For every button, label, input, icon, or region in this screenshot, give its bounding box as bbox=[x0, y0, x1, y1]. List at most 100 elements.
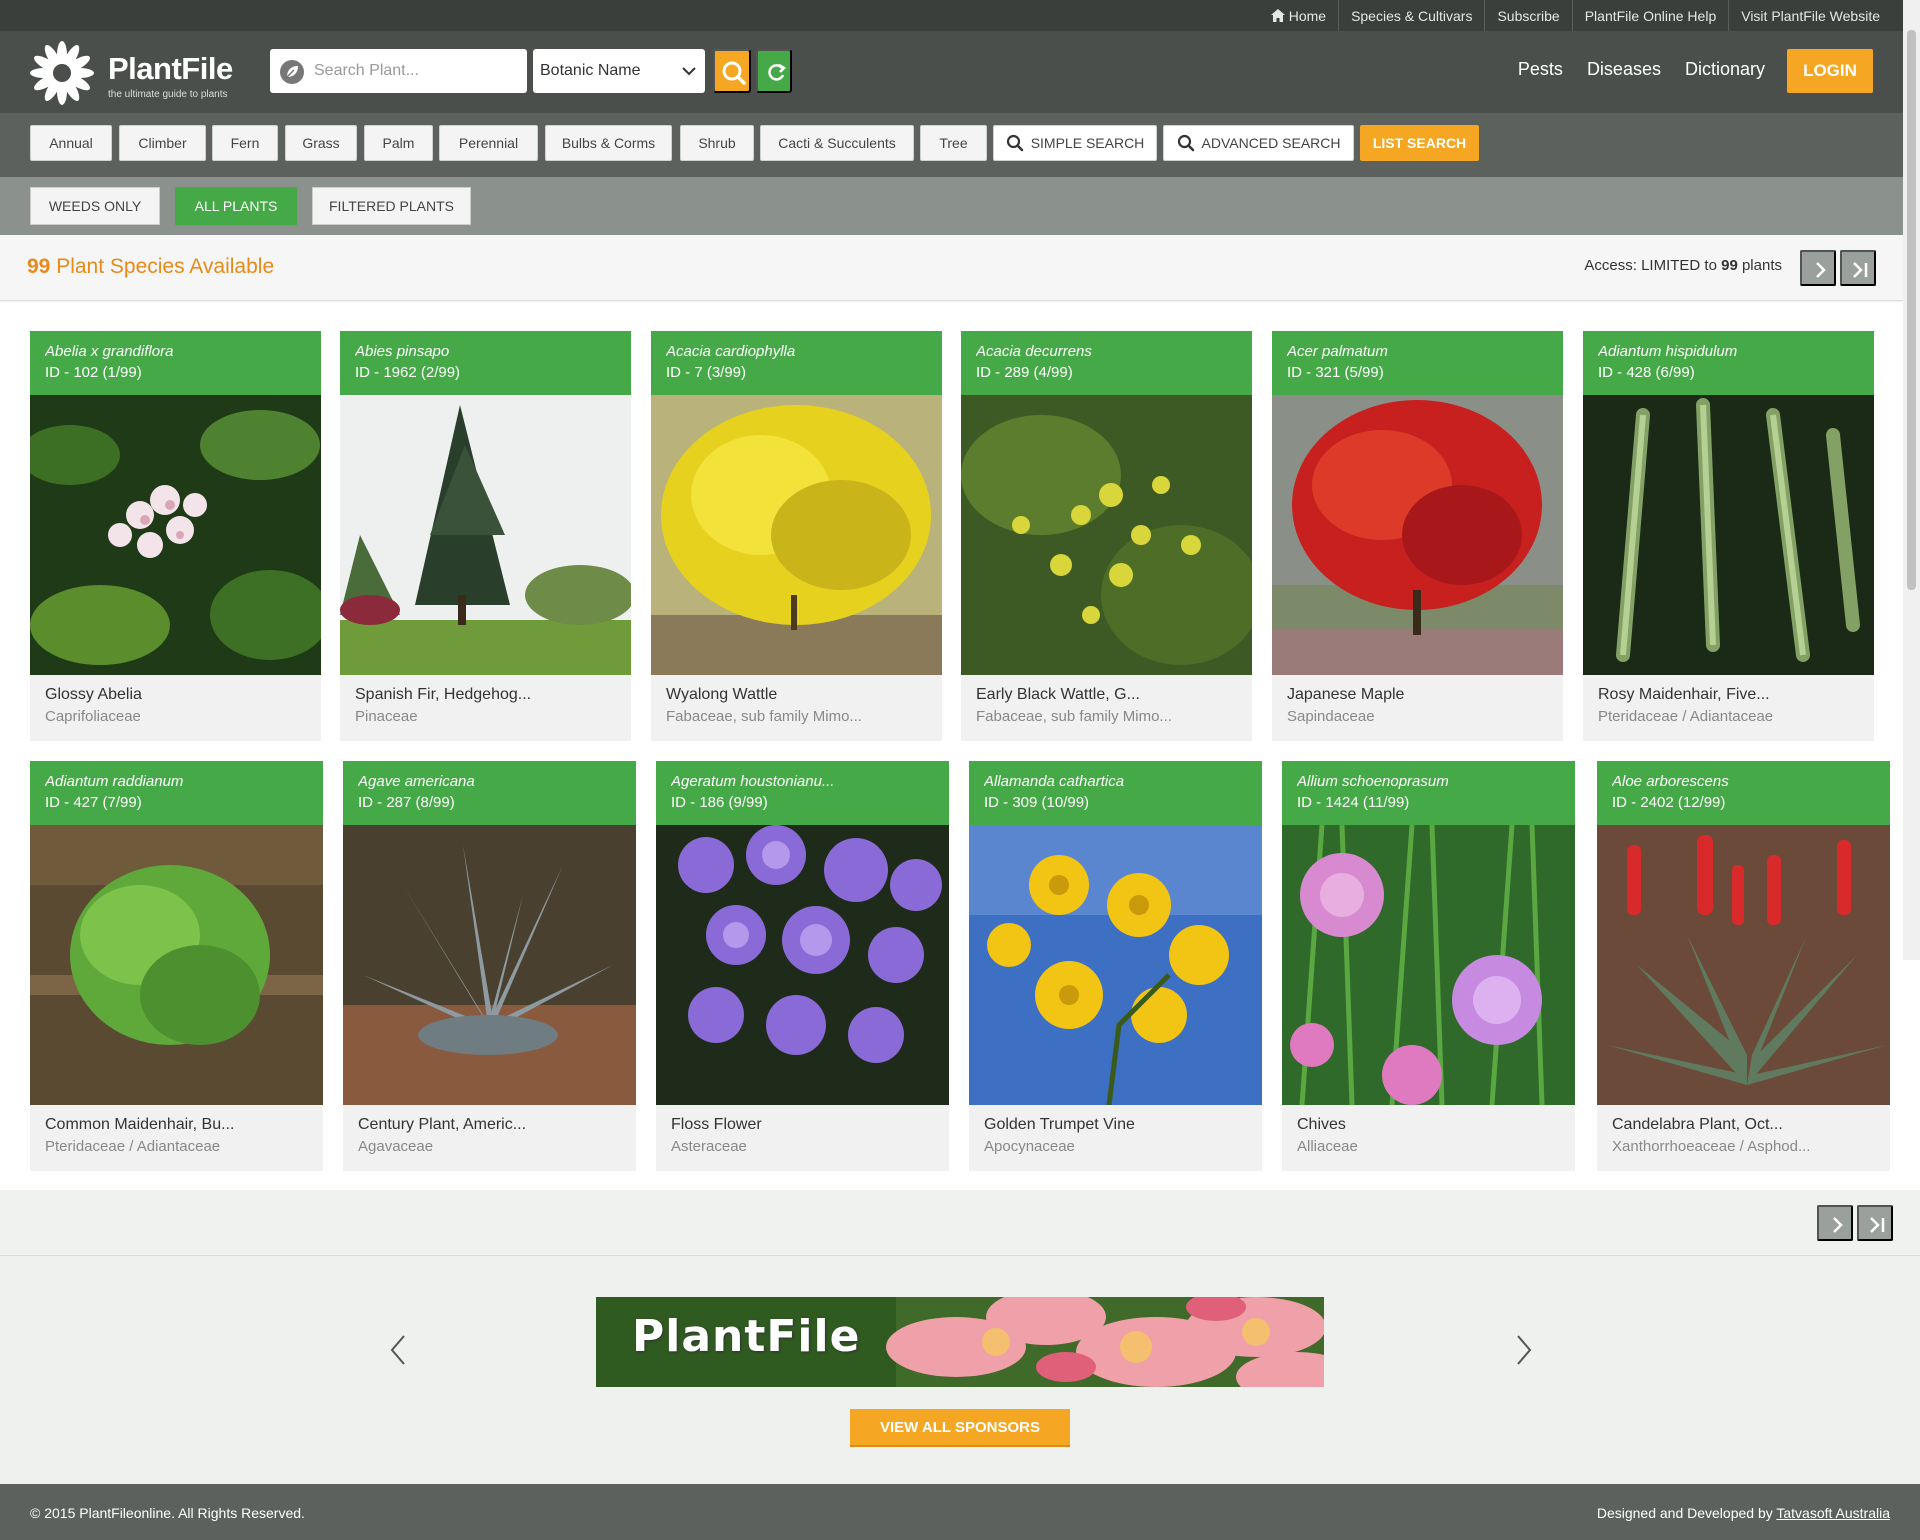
plant-botanic-name: Adiantum raddianum bbox=[45, 773, 184, 790]
category-cacti-succulents[interactable]: Cacti & Succulents bbox=[760, 125, 914, 161]
view-all-sponsors-button[interactable]: VIEW ALL SPONSORS bbox=[850, 1409, 1070, 1445]
plant-card[interactable]: Agave americana ID - 287 (8/99) Century … bbox=[343, 761, 636, 1171]
scroll-thumb[interactable] bbox=[1907, 30, 1916, 590]
list-search-button[interactable]: LIST SEARCH bbox=[1360, 125, 1479, 161]
plant-card[interactable]: Acacia cardiophylla ID - 7 (3/99) Wyalon… bbox=[651, 331, 942, 741]
nav-diseases[interactable]: Diseases bbox=[1587, 59, 1661, 80]
sponsors-section: PlantFile VIEW ALL SPONSORS bbox=[0, 1256, 1920, 1484]
tatvasoft-link[interactable]: Tatvasoft Australia bbox=[1776, 1505, 1890, 1521]
filtered-plants-button[interactable]: FILTERED PLANTS bbox=[312, 187, 471, 225]
plant-card-header: Acer palmatum ID - 321 (5/99) bbox=[1272, 331, 1563, 395]
advanced-search-button[interactable]: ADVANCED SEARCH bbox=[1163, 125, 1354, 161]
plant-family: Pteridaceae / Adiantaceae bbox=[45, 1138, 221, 1155]
plant-botanic-name: Abies pinsapo bbox=[355, 343, 450, 360]
copyright-text: © 2015 PlantFileonline. All Rights Reser… bbox=[30, 1505, 305, 1521]
search-type-select[interactable]: Botanic Name bbox=[533, 49, 705, 93]
next-arrow-icon[interactable] bbox=[1514, 1332, 1534, 1368]
plant-card[interactable]: Abies pinsapo ID - 1962 (2/99) Spanish F… bbox=[340, 331, 631, 741]
plant-card[interactable]: Aloe arborescens ID - 2402 (12/99) Cande… bbox=[1597, 761, 1890, 1171]
main-nav: Pests Diseases Dictionary bbox=[1518, 59, 1765, 80]
category-tree[interactable]: Tree bbox=[920, 125, 987, 161]
plant-family: Caprifoliaceae bbox=[45, 708, 141, 725]
search-icon bbox=[1177, 134, 1194, 152]
plant-photo[interactable] bbox=[1272, 395, 1563, 675]
plant-photo[interactable] bbox=[1282, 825, 1575, 1105]
plant-card-header: Abies pinsapo ID - 1962 (2/99) bbox=[340, 331, 631, 395]
simple-search-button[interactable]: SIMPLE SEARCH bbox=[993, 125, 1157, 161]
refresh-icon bbox=[768, 63, 787, 81]
visit-website-link[interactable]: Visit PlantFile Website bbox=[1728, 0, 1892, 31]
plant-card[interactable]: Abelia x grandiflora ID - 102 (1/99) Glo… bbox=[30, 331, 321, 741]
plant-card-header: Agave americana ID - 287 (8/99) bbox=[343, 761, 636, 825]
next-page-button[interactable] bbox=[1800, 250, 1836, 286]
plant-photo[interactable] bbox=[343, 825, 636, 1105]
plant-photo[interactable] bbox=[651, 395, 942, 675]
category-grass[interactable]: Grass bbox=[285, 125, 357, 161]
last-page-button[interactable] bbox=[1857, 1205, 1893, 1241]
plant-family: Fabaceae, sub family Mimo... bbox=[976, 708, 1172, 725]
nav-dictionary[interactable]: Dictionary bbox=[1685, 59, 1765, 80]
plant-id: ID - 7 (3/99) bbox=[666, 364, 747, 381]
category-palm[interactable]: Palm bbox=[364, 125, 433, 161]
plant-photo[interactable] bbox=[1597, 825, 1890, 1105]
plant-photo[interactable] bbox=[30, 395, 321, 675]
last-page-button[interactable] bbox=[1840, 250, 1876, 286]
login-button[interactable]: LOGIN bbox=[1787, 49, 1873, 93]
page-scrollbar[interactable] bbox=[1903, 0, 1920, 960]
plant-card-header: Acacia decurrens ID - 289 (4/99) bbox=[961, 331, 1252, 395]
credit: Designed and Developed by Tatvasoft Aust… bbox=[1597, 1505, 1890, 1521]
category-bulbs-corms[interactable]: Bulbs & Corms bbox=[545, 125, 672, 161]
plant-card[interactable]: Adiantum hispidulum ID - 428 (6/99) Rosy… bbox=[1583, 331, 1874, 741]
category-perennial[interactable]: Perennial bbox=[439, 125, 538, 161]
plant-id: ID - 186 (9/99) bbox=[671, 794, 768, 811]
category-climber[interactable]: Climber bbox=[119, 125, 206, 161]
weeds-only-button[interactable]: WEEDS ONLY bbox=[30, 187, 160, 225]
plant-family: Apocynaceae bbox=[984, 1138, 1075, 1155]
advanced-search-label: ADVANCED SEARCH bbox=[1201, 135, 1341, 151]
plant-family: Agavaceae bbox=[358, 1138, 434, 1155]
plant-card[interactable]: Acer palmatum ID - 321 (5/99) Japanese M… bbox=[1272, 331, 1563, 741]
plant-card[interactable]: Adiantum raddianum ID - 427 (7/99) Commo… bbox=[30, 761, 323, 1171]
plant-photo-image bbox=[1272, 395, 1563, 675]
plant-family: Sapindaceae bbox=[1287, 708, 1375, 725]
plant-photo[interactable] bbox=[340, 395, 631, 675]
plant-photo[interactable] bbox=[969, 825, 1262, 1105]
plant-card[interactable]: Allamanda cathartica ID - 309 (10/99) Go… bbox=[969, 761, 1262, 1171]
plant-common-name: Golden Trumpet Vine bbox=[984, 1116, 1135, 1133]
next-page-button[interactable] bbox=[1817, 1205, 1853, 1241]
plant-card-header: Acacia cardiophylla ID - 7 (3/99) bbox=[651, 331, 942, 395]
online-help-link[interactable]: PlantFile Online Help bbox=[1571, 0, 1729, 31]
plant-card-header: Adiantum raddianum ID - 427 (7/99) bbox=[30, 761, 323, 825]
home-link[interactable]: Home bbox=[1259, 0, 1338, 31]
plant-card[interactable]: Ageratum houstonianu... ID - 186 (9/99) … bbox=[656, 761, 949, 1171]
search-input[interactable] bbox=[314, 58, 514, 84]
plant-botanic-name: Acacia cardiophylla bbox=[666, 343, 796, 360]
sponsor-banner[interactable]: PlantFile bbox=[596, 1297, 1324, 1387]
logo-tagline: the ultimate guide to plants bbox=[108, 89, 228, 100]
plant-card[interactable]: Allium schoenoprasum ID - 1424 (11/99) C… bbox=[1282, 761, 1575, 1171]
category-fern[interactable]: Fern bbox=[212, 125, 278, 161]
search-button[interactable] bbox=[713, 49, 751, 93]
category-annual[interactable]: Annual bbox=[30, 125, 112, 161]
plant-photo[interactable] bbox=[656, 825, 949, 1105]
plant-photo[interactable] bbox=[1583, 395, 1874, 675]
plant-photo-image bbox=[340, 395, 631, 675]
leaf-icon bbox=[280, 60, 304, 84]
refresh-button[interactable] bbox=[756, 49, 792, 93]
species-cultivars-link[interactable]: Species & Cultivars bbox=[1338, 0, 1484, 31]
search-icon bbox=[1006, 134, 1023, 152]
plant-photo[interactable] bbox=[961, 395, 1252, 675]
plant-card[interactable]: Acacia decurrens ID - 289 (4/99) Early B… bbox=[961, 331, 1252, 741]
utility-links: Home Species & Cultivars Subscribe Plant… bbox=[1259, 0, 1892, 31]
all-plants-button[interactable]: ALL PLANTS bbox=[175, 187, 297, 225]
plant-id: ID - 1962 (2/99) bbox=[355, 364, 461, 381]
nav-pests[interactable]: Pests bbox=[1518, 59, 1563, 80]
prev-arrow-icon[interactable] bbox=[388, 1332, 408, 1368]
home-link-label: Home bbox=[1288, 7, 1327, 24]
subscribe-link[interactable]: Subscribe bbox=[1484, 0, 1571, 31]
plant-photo[interactable] bbox=[30, 825, 323, 1105]
plant-botanic-name: Adiantum hispidulum bbox=[1598, 343, 1738, 360]
plantfile-logo[interactable]: PlantFile the ultimate guide to plants bbox=[30, 39, 245, 105]
species-count-suffix: Plant Species Available bbox=[56, 255, 275, 278]
category-shrub[interactable]: Shrub bbox=[680, 125, 754, 161]
